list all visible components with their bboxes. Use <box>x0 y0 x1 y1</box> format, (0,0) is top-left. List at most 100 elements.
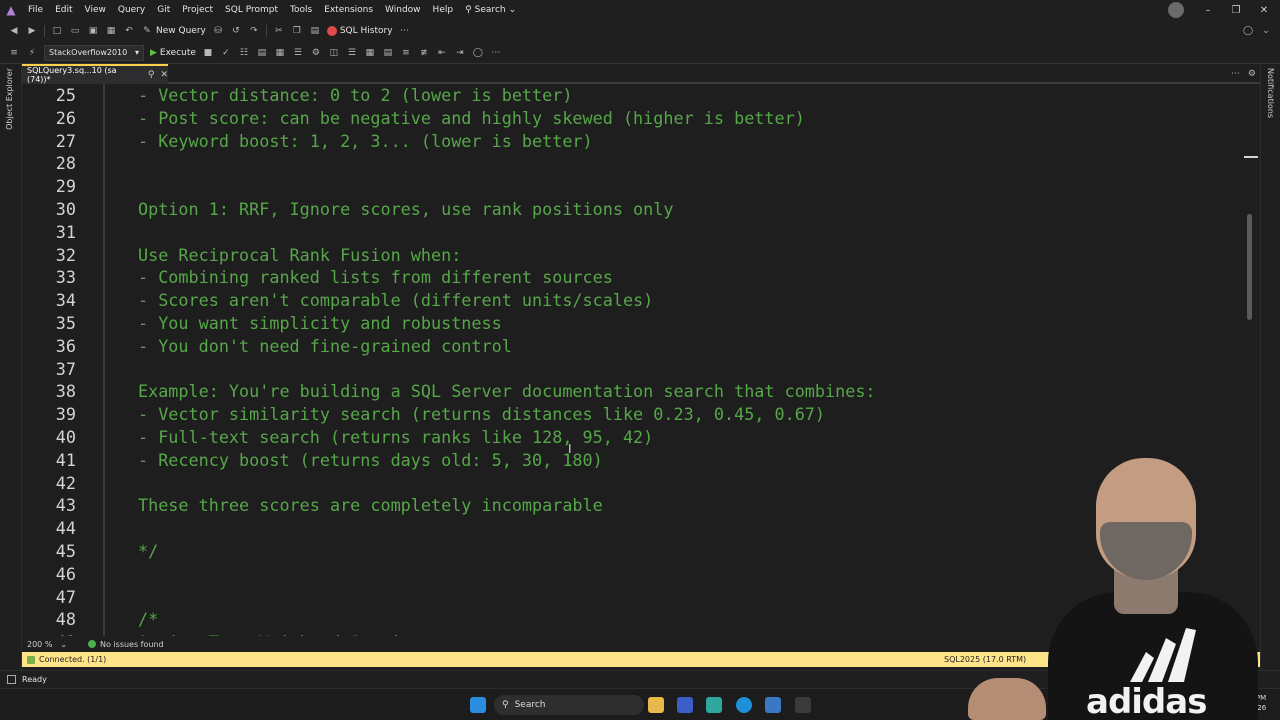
menu-tools[interactable]: Tools <box>284 0 318 20</box>
search-icon: ⚲ <box>465 5 472 15</box>
terminal-icon[interactable] <box>795 697 811 713</box>
connected-icon <box>27 655 35 664</box>
new-file-icon[interactable]: □ <box>51 25 63 37</box>
teams-icon[interactable] <box>706 697 722 713</box>
edge-browser-icon[interactable] <box>736 697 752 713</box>
more-icon[interactable]: ⋯ <box>399 25 411 37</box>
close-window-button[interactable]: ✕ <box>1250 0 1278 20</box>
stop-icon[interactable]: ■ <box>202 47 214 59</box>
menu-extensions[interactable]: Extensions <box>318 0 379 20</box>
gear-icon[interactable]: ⚙ <box>1248 69 1256 79</box>
open-folder-icon[interactable]: ▭ <box>69 25 81 37</box>
code-text: Example: You're building a SQL Server do… <box>138 381 876 402</box>
menu-edit[interactable]: Edit <box>49 0 78 20</box>
document-tab[interactable]: SQLQuery3.sq...10 (sa (74))* ⚲ ✕ <box>22 64 168 84</box>
save-icon[interactable]: ▣ <box>87 25 99 37</box>
sql-history-button[interactable]: SQL History <box>326 26 393 36</box>
close-icon[interactable]: ✕ <box>160 70 168 80</box>
code-line: 35 - You want simplicity and robustness <box>22 312 1248 335</box>
chevron-down-icon[interactable]: ⌄ <box>1260 25 1272 37</box>
new-query-button[interactable]: ✎ New Query <box>141 25 206 37</box>
change-connection-icon[interactable]: ⚡ <box>26 47 38 59</box>
menu-search[interactable]: ⚲ Search ⌄ <box>459 5 522 15</box>
query-options-icon[interactable]: ▤ <box>256 47 268 59</box>
line-number: 28 <box>55 153 76 174</box>
menu-window[interactable]: Window <box>379 0 427 20</box>
menu-git[interactable]: Git <box>151 0 176 20</box>
undo-icon[interactable]: ↶ <box>123 25 135 37</box>
cut-icon[interactable]: ✂ <box>273 25 285 37</box>
results-text-icon[interactable]: ☰ <box>346 47 358 59</box>
undo-history-icon[interactable]: ↺ <box>230 25 242 37</box>
zoom-control[interactable]: 200 % ⌄ <box>22 640 82 649</box>
tab-row-actions: ⋯ ⚙ <box>1231 64 1256 84</box>
uncomment-icon[interactable]: ≢ <box>418 47 430 59</box>
taskbar-search[interactable]: ⚲ Search <box>494 695 644 715</box>
connect-icon[interactable]: ≡ <box>8 47 20 59</box>
account-avatar[interactable] <box>1168 2 1184 18</box>
client-stats-icon[interactable]: ◫ <box>328 47 340 59</box>
line-number: 31 <box>55 221 76 242</box>
indent-icon[interactable]: ⇥ <box>454 47 466 59</box>
issues-indicator[interactable]: No issues found <box>88 640 164 649</box>
code-text: /* <box>138 609 159 630</box>
live-share-icon[interactable]: ◯ <box>1242 25 1254 37</box>
live-stats-icon[interactable]: ⚙ <box>310 47 322 59</box>
menu-bar: ▲ File Edit View Query Git Project SQL P… <box>0 0 1280 20</box>
code-text: Option 1: RRF, Ignore scores, use rank p… <box>138 199 674 219</box>
line-number: 30 <box>55 199 76 219</box>
database-select-value: StackOverflow2010 <box>49 48 128 57</box>
overflow-icon[interactable]: ⋯ <box>1231 69 1240 79</box>
specify-values-icon[interactable]: ◯ <box>472 47 484 59</box>
restore-button[interactable]: ❐ <box>1222 0 1250 20</box>
menu-view[interactable]: View <box>79 0 112 20</box>
code-line: 33 - Combining ranked lists from differen… <box>22 266 1248 289</box>
results-grid-icon[interactable]: ▦ <box>364 47 376 59</box>
intellisense-icon[interactable]: ▦ <box>274 47 286 59</box>
execute-button[interactable]: ▶ Execute <box>150 48 196 58</box>
remote-desktop-icon[interactable] <box>765 697 781 713</box>
notifications-tab[interactable]: Notifications <box>1266 68 1275 118</box>
pin-icon[interactable]: ⚲ <box>148 70 155 80</box>
play-icon: ▶ <box>150 47 157 58</box>
line-number: 47 <box>55 586 76 607</box>
menu-query[interactable]: Query <box>112 0 151 20</box>
comment-icon[interactable]: ≡ <box>400 47 412 59</box>
parse-icon[interactable]: ✓ <box>220 47 232 59</box>
more-icon[interactable]: ⋯ <box>490 47 502 59</box>
zoom-level: 200 % <box>27 639 53 649</box>
file-explorer-icon[interactable] <box>648 697 664 713</box>
menu-sql-prompt[interactable]: SQL Prompt <box>219 0 284 20</box>
menu-file[interactable]: File <box>22 0 49 20</box>
display-plan-icon[interactable]: ☷ <box>238 47 250 59</box>
line-number: 38 <box>55 381 76 402</box>
menu-help[interactable]: Help <box>427 0 460 20</box>
line-number: 34 <box>55 290 76 311</box>
database-select[interactable]: StackOverflow2010 ▾ <box>44 44 144 61</box>
outdent-icon[interactable]: ⇤ <box>436 47 448 59</box>
line-number: 29 <box>55 176 76 197</box>
menu-search-label: Search <box>474 5 506 15</box>
save-all-icon[interactable]: ▦ <box>105 25 117 37</box>
code-line: 36 - You don't need fine-grained control <box>22 335 1248 358</box>
object-explorer-tab[interactable]: Object Explorer <box>5 68 14 130</box>
chevron-down-icon: ⌄ <box>60 639 68 649</box>
redo-icon[interactable]: ↷ <box>248 25 260 37</box>
copy-icon[interactable]: ❐ <box>291 25 303 37</box>
results-file-icon[interactable]: ▤ <box>382 47 394 59</box>
execute-label: Execute <box>159 47 196 58</box>
presenter-hand <box>968 678 1046 720</box>
scrollbar-thumb[interactable] <box>1247 214 1252 320</box>
database-icon[interactable]: ⛁ <box>212 25 224 37</box>
forward-icon[interactable]: ▶ <box>26 25 38 37</box>
ssms-taskbar-icon[interactable] <box>677 697 693 713</box>
back-icon[interactable]: ◀ <box>8 25 20 37</box>
minimize-button[interactable]: – <box>1194 0 1222 20</box>
toolbar-right: ◯ ⌄ <box>1242 20 1272 42</box>
menu-project[interactable]: Project <box>176 0 219 20</box>
standard-toolbar: ◀ ▶ □ ▭ ▣ ▦ ↶ ✎ New Query ⛁ ↺ ↷ ✂ ❐ ▤ SQ… <box>0 20 1280 42</box>
adidas-logo-icon <box>1130 628 1196 682</box>
include-plan-icon[interactable]: ☰ <box>292 47 304 59</box>
paste-icon[interactable]: ▤ <box>309 25 321 37</box>
windows-start-icon[interactable] <box>470 697 486 713</box>
